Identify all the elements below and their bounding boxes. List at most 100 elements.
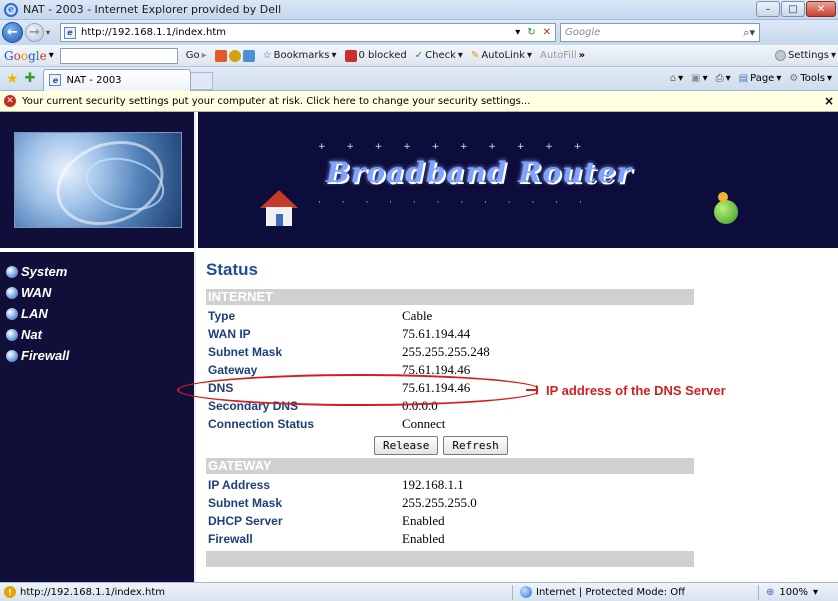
tab-nat-2003[interactable]: e NAT - 2003 xyxy=(43,68,192,91)
row-label: Gateway xyxy=(208,363,258,377)
window-title: NAT - 2003 - Internet Explorer provided … xyxy=(23,3,282,16)
header-logo-panel xyxy=(0,112,196,250)
internet-section-header: INTERNET xyxy=(206,289,694,305)
address-toolbar: ← → ▾ e http://192.168.1.1/index.htm ▾ ↻… xyxy=(0,20,838,45)
page-content: + + + + + + + + + + · · · · · · · · · · ·… xyxy=(0,112,838,582)
google-dropdown-icon[interactable]: ▾ xyxy=(49,50,54,61)
home-button[interactable]: ⌂ ▾ xyxy=(670,73,683,84)
pagerank-icon[interactable] xyxy=(214,49,227,62)
favorites-star-icon[interactable]: ★ xyxy=(6,71,19,87)
news-icon[interactable] xyxy=(228,49,241,62)
address-buttons: ▾ ↻ ✕ xyxy=(515,27,551,38)
gateway-section-header: GATEWAY xyxy=(206,458,694,474)
row-label: Type xyxy=(208,309,236,323)
globe-icon xyxy=(520,586,532,598)
spellcheck-button[interactable]: ✓ Check ▾ xyxy=(415,50,463,61)
row-value: 0.0.0.0 xyxy=(402,398,438,413)
release-button[interactable]: Release xyxy=(374,436,439,455)
security-info-bar[interactable]: ✕ Your current security settings put you… xyxy=(0,91,838,112)
sidebar-item-wan[interactable]: WAN xyxy=(0,282,194,303)
google-logo[interactable]: Google xyxy=(4,49,47,63)
autolink-button[interactable]: ✎ AutoLink ▾ xyxy=(471,50,532,61)
tools-menu[interactable]: ⚙ Tools ▾ xyxy=(789,73,832,84)
security-zone[interactable]: Internet | Protected Mode: Off xyxy=(520,586,685,598)
sidebar-item-firewall[interactable]: Firewall xyxy=(0,345,194,366)
zoom-control[interactable]: ⊕ 100% ▾ xyxy=(766,587,818,598)
row-value: Cable xyxy=(402,308,433,323)
sidebar-item-nat[interactable]: Nat xyxy=(0,324,194,345)
table-row: IP Address 192.168.1.1 xyxy=(206,476,694,494)
status-divider xyxy=(758,585,759,600)
google-search-input[interactable] xyxy=(59,47,178,64)
row-label: Secondary DNS xyxy=(208,399,299,413)
house-icon xyxy=(258,190,300,226)
back-button[interactable]: ← xyxy=(2,22,23,43)
page-title: Status xyxy=(206,260,258,279)
security-zone-label: Internet | Protected Mode: Off xyxy=(536,586,686,598)
page-menu[interactable]: ▤ Page ▾ xyxy=(739,73,782,84)
address-url[interactable]: http://192.168.1.1/index.htm xyxy=(81,27,515,38)
row-label: Connection Status xyxy=(208,417,315,431)
bullet-icon xyxy=(6,328,18,341)
feeds-button[interactable]: ▣ ▾ xyxy=(691,73,707,84)
row-value: 75.61.194.46 xyxy=(402,380,471,395)
print-button[interactable]: ⎙ ▾ xyxy=(716,73,731,84)
sidebar-item-lan[interactable]: LAN xyxy=(0,303,194,324)
bookmarks-button[interactable]: ☆ Bookmarks ▾ xyxy=(263,50,337,61)
tools-gear-icon: ⚙ xyxy=(789,73,799,84)
autofill-button[interactable]: AutoFill» xyxy=(540,50,585,61)
window-controls: – □ ✕ xyxy=(756,1,836,17)
bullet-icon xyxy=(6,286,18,299)
blogger-icon[interactable] xyxy=(242,49,255,62)
row-value: 255.255.255.248 xyxy=(402,344,490,359)
status-url: http://192.168.1.1/index.htm xyxy=(20,586,165,598)
maximize-button[interactable]: □ xyxy=(781,1,805,17)
row-value: 255.255.255.0 xyxy=(402,495,477,510)
popup-blocked-button[interactable]: 0 blocked xyxy=(344,49,407,62)
sidebar-item-label: System xyxy=(21,264,68,279)
action-buttons: Release Refresh xyxy=(374,436,508,455)
title-bar: e NAT - 2003 - Internet Explorer provide… xyxy=(0,0,838,20)
toolbar-icons[interactable] xyxy=(214,49,255,62)
zoom-icon: ⊕ xyxy=(766,586,775,598)
search-input[interactable]: Google ⌕▾ xyxy=(560,23,760,42)
recent-pages-dropdown[interactable]: ▾ xyxy=(46,28,56,37)
bullet-icon xyxy=(6,307,18,320)
table-row: WAN IP 75.61.194.44 xyxy=(206,325,694,343)
command-bar: ⌂ ▾ ▣ ▾ ⎙ ▾ ▤ Page ▾ ⚙ Tools ▾ xyxy=(670,73,832,84)
new-tab-button[interactable] xyxy=(191,71,214,90)
bullet-icon xyxy=(6,265,18,278)
header-banner: + + + + + + + + + + · · · · · · · · · · ·… xyxy=(198,112,838,250)
search-icon[interactable]: ⌕▾ xyxy=(743,26,755,40)
info-bar-close-icon[interactable]: × xyxy=(824,94,834,108)
home-icon: ⌂ xyxy=(669,73,677,84)
print-icon: ⎙ xyxy=(715,73,724,84)
table-row: Subnet Mask 255.255.255.248 xyxy=(206,343,694,361)
stop-icon[interactable]: ✕ xyxy=(543,27,551,38)
address-bar[interactable]: e http://192.168.1.1/index.htm ▾ ↻ ✕ xyxy=(60,23,556,42)
go-button[interactable]: Go ▸ xyxy=(186,50,207,61)
sidebar-item-label: LAN xyxy=(21,306,48,321)
sidebar-item-system[interactable]: System xyxy=(0,261,194,282)
zoom-dropdown-icon[interactable]: ▾ xyxy=(813,587,818,598)
forward-button[interactable]: → xyxy=(25,23,44,42)
add-favorite-icon[interactable]: ✚ xyxy=(25,71,36,86)
row-value: Enabled xyxy=(402,531,445,546)
nav-sidebar: System WAN LAN Nat Firewall xyxy=(0,252,196,582)
table-row: Subnet Mask 255.255.255.0 xyxy=(206,494,694,512)
status-panel: Status INTERNET Type Cable WAN IP 75.61.19… xyxy=(198,252,838,582)
refresh-icon[interactable]: ↻ xyxy=(527,27,535,38)
minimize-button[interactable]: – xyxy=(756,1,780,17)
address-dropdown-icon[interactable]: ▾ xyxy=(515,27,520,38)
search-placeholder: Google xyxy=(565,27,601,38)
page-icon: e xyxy=(64,26,76,39)
settings-icon xyxy=(774,50,786,61)
settings-button[interactable]: Settings ▾ xyxy=(774,50,836,61)
info-bar-message[interactable]: Your current security settings put your … xyxy=(22,96,530,107)
close-window-button[interactable]: ✕ xyxy=(806,1,836,17)
refresh-button[interactable]: Refresh xyxy=(443,436,508,455)
table-row: Firewall Enabled xyxy=(206,530,694,548)
sidebar-item-label: WAN xyxy=(21,285,52,300)
row-label: Subnet Mask xyxy=(208,496,283,510)
row-value: Enabled xyxy=(402,513,445,528)
